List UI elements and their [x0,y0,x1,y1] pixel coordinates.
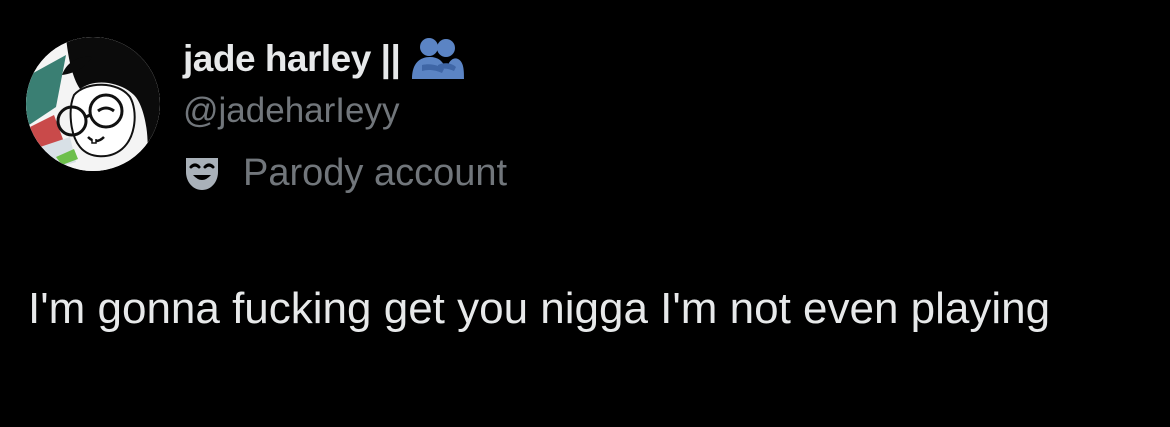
parody-label: Parody account [183,150,507,196]
user-handle[interactable]: @jadeharIeyy [183,91,399,131]
user-avatar[interactable] [26,37,160,171]
performing-arts-mask-icon [186,158,218,190]
people-hugging-icon [412,38,465,79]
account-label: Parody account [243,151,508,194]
display-name[interactable]: jade harley || [183,38,401,80]
cartoon-avatar-icon [26,37,160,171]
tweet-text: I'm gonna fucking get you nigga I'm not … [28,284,1051,333]
tweet: jade harley || @jadeharIeyy Parody accou… [0,0,1170,427]
display-name-row: jade harley || [183,34,466,84]
